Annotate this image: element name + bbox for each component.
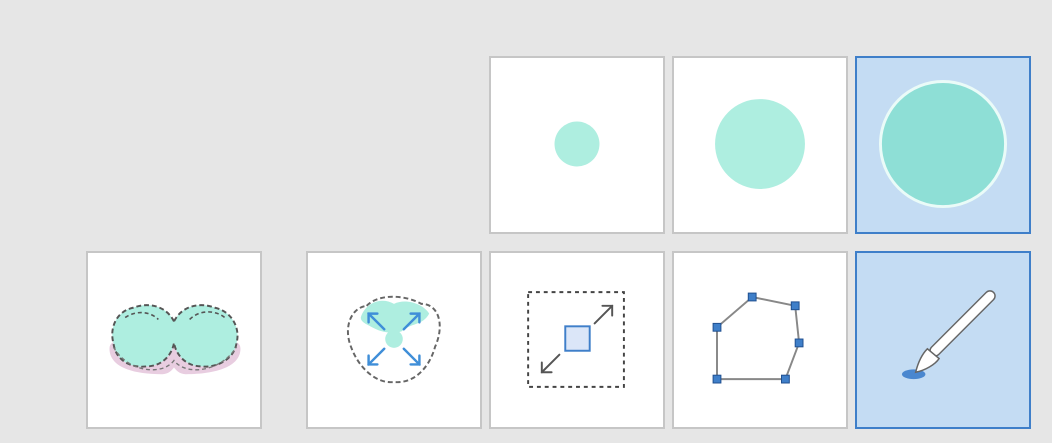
tool-palette: { "palette": { "brush_sizes": [ {"id": "… <box>0 0 1052 443</box>
expand-region-icon <box>346 295 441 384</box>
brush-size-medium-button[interactable] <box>672 56 848 234</box>
teeth-selection-tool-button[interactable] <box>86 251 262 429</box>
expand-selection-tool-button[interactable] <box>306 251 482 429</box>
paintbrush-icon <box>901 290 996 380</box>
scale-transform-tool-button[interactable] <box>489 251 665 429</box>
polygon-lasso-icon <box>712 292 804 384</box>
paintbrush-tool-button[interactable] <box>855 251 1031 429</box>
small-circle-brush-icon <box>554 121 600 167</box>
large-circle-brush-icon <box>878 80 1008 209</box>
brush-size-large-button[interactable] <box>855 56 1031 234</box>
scale-transform-icon <box>527 291 625 388</box>
polygon-lasso-tool-button[interactable] <box>672 251 848 429</box>
brush-size-small-button[interactable] <box>489 56 665 234</box>
medium-circle-brush-icon <box>715 99 805 189</box>
teeth-outline-icon <box>109 304 241 375</box>
